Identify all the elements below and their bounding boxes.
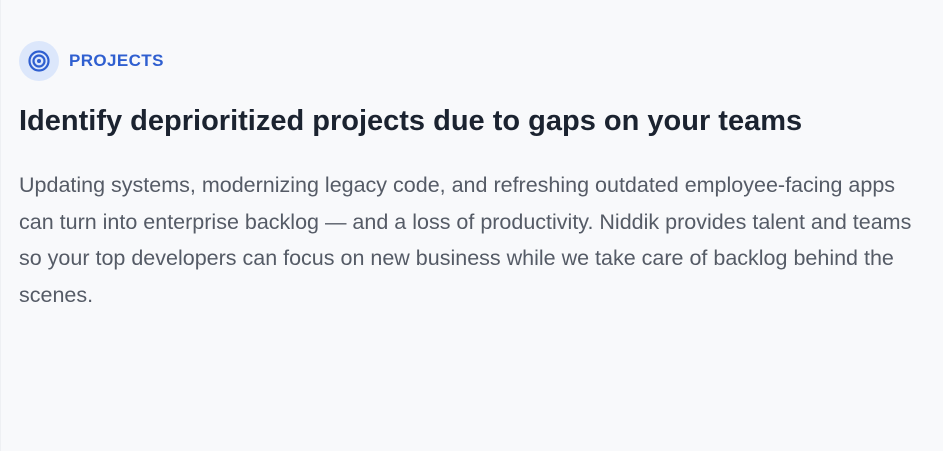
target-icon	[19, 41, 59, 81]
section-headline: Identify deprioritized projects due to g…	[19, 105, 803, 137]
section-eyebrow: PROJECTS	[19, 41, 919, 81]
section-category-label: PROJECTS	[69, 51, 164, 70]
page-left-edge	[0, 0, 1, 451]
projects-feature-section: PROJECTS Identify deprioritized projects…	[19, 41, 919, 313]
section-description: Updating systems, modernizing legacy cod…	[19, 173, 912, 307]
